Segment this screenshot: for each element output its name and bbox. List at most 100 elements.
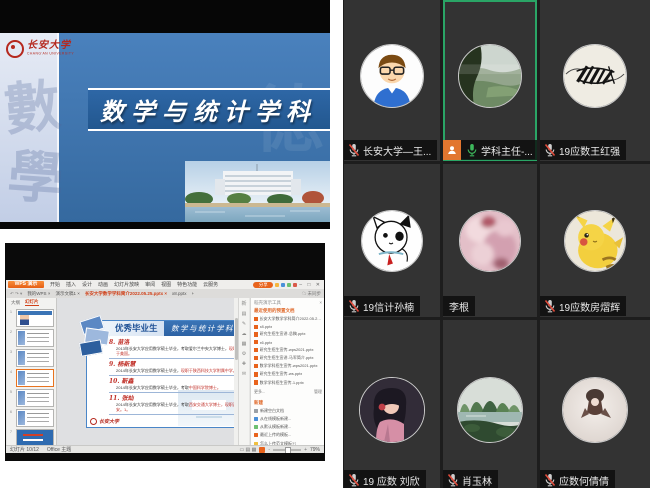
recent-file-item: x6.pptx: [251, 339, 324, 346]
university-emblem-icon: [6, 40, 24, 58]
new-document-item: 新建空白文档: [251, 407, 324, 415]
university-logo: 长安大学 CHANG'AN UNIVERSITY: [6, 40, 82, 58]
participant-name: 应数何倩倩: [559, 473, 609, 488]
thumbnail-number: 7: [10, 429, 14, 434]
ppt-file-icon: [254, 348, 258, 353]
muted-mic-icon: [344, 143, 360, 157]
campus-building-photo: [185, 161, 330, 222]
muted-mic-icon: [540, 299, 556, 313]
thumbnail-number: 4: [10, 369, 14, 374]
thumbnail-number: 2: [10, 329, 14, 334]
new-item-icon: [254, 433, 258, 437]
tool-icon: ⚙: [242, 352, 246, 357]
wps-document-tab-bar: ↶ ↷ ▾ 我的WPS ×演示文稿1 ×长安大学数学学科简介2022.05.25…: [6, 289, 324, 298]
participant-name: 19应数房熠辉: [559, 299, 620, 314]
ppt-file-icon: [254, 356, 258, 361]
avatar-pikachu: [564, 210, 626, 272]
muted-mic-icon: [540, 143, 556, 157]
tool-icon: 新: [241, 302, 246, 307]
participant-label: 19 应数 刘欣: [344, 470, 426, 488]
wps-editing-canvas: 优秀毕业生 数学与统计学科 8. 苗洛 2013年长安大学应用数学硕士毕业，考取…: [57, 298, 234, 445]
thumbnail-number: 5: [10, 389, 14, 394]
toolbar-icon: [281, 283, 285, 287]
wps-menu-tabs: 开始插入设计动画幻灯片放映审阅视图特色功能云服务: [50, 280, 218, 289]
recent-file-item: 研究生招生宣传-wps2021.pptx: [251, 346, 324, 354]
shared-screen-wps[interactable]: WPS 演示 开始插入设计动画幻灯片放映审阅视图特色功能云服务 分享 – □ ✕…: [5, 243, 325, 461]
tool-icon: ☁: [242, 332, 247, 337]
participant-name: 李根: [449, 299, 469, 314]
recent-file-item: 研究生招生宣传-ws.pptx: [251, 370, 324, 378]
avatar-karst-landscape: [457, 377, 523, 443]
wps-document-tab: 我的WPS ×: [27, 291, 50, 297]
tool-icon: ▦: [242, 342, 247, 347]
recent-file-item: 研究生招生宣讲-总稿.pptx: [251, 330, 324, 338]
slide-thumbnail: [16, 429, 54, 445]
slide-thumbnail: [16, 389, 54, 407]
muted-mic-icon: [443, 473, 459, 487]
participant-tile[interactable]: 19应数王红强: [540, 0, 650, 161]
close-icon: ×: [319, 300, 322, 306]
slide-thumbnail-row: 6: [10, 409, 54, 427]
graduate-entry: 10. 靳鑫 2014年长安大学应用数学硕士毕业，考取中国科学院博士。: [109, 377, 234, 393]
wps-menu-tab: 幻灯片放映: [114, 281, 139, 288]
slide-thumbnail-row: 2: [10, 329, 54, 347]
participant-label: 19信计孙楠: [344, 296, 420, 316]
tool-icon: ▤: [242, 312, 247, 317]
participant-tile[interactable]: 19信计孙楠: [344, 164, 440, 317]
shared-screen-slideshow[interactable]: 數 學 德 数学与统计学科 长安大学 CHANG'AN UNIVERSITY: [0, 0, 330, 229]
participant-tile[interactable]: 李根: [443, 164, 537, 317]
participant-grid: 长安大学—王... 学科主任-...: [343, 0, 650, 488]
slide-thumbnail-row: 1: [10, 309, 54, 327]
avatar-sketch-cat: [361, 210, 423, 272]
avatar-anime-girl-headphones: [359, 377, 425, 443]
participant-name: 学科主任-...: [481, 143, 533, 158]
participant-label: 学科主任-...: [443, 140, 537, 160]
slides-tab: 幻灯片: [25, 299, 39, 306]
participant-tile-active-speaker[interactable]: 学科主任-...: [443, 0, 537, 161]
participant-tile[interactable]: 19 应数 刘欣: [344, 320, 440, 488]
wps-sync-status: ☁ 未同步: [302, 291, 324, 297]
wps-share-button: 分享: [253, 282, 273, 288]
participant-tile[interactable]: 长安大学—王...: [344, 0, 440, 161]
ppt-file-icon: [254, 325, 258, 330]
slide-thumbnail: [16, 309, 54, 327]
new-item-icon: [254, 409, 258, 413]
participant-tile[interactable]: 应数何倩倩: [540, 320, 650, 488]
wps-document-tab: +: [192, 291, 195, 297]
participant-tile[interactable]: 肖玉林: [443, 320, 537, 488]
theme-label: Office 主题: [47, 446, 71, 453]
active-mic-icon: [464, 143, 478, 157]
recent-file-item: 数学学科招生宣传-1.pptx: [251, 379, 324, 387]
edited-slide: 优秀毕业生 数学与统计学科 8. 苗洛 2013年长安大学应用数学硕士毕业，考取…: [86, 320, 234, 428]
wps-window: WPS 演示 开始插入设计动画幻灯片放映审阅视图特色功能云服务 分享 – □ ✕…: [6, 280, 324, 453]
host-badge-icon: [443, 140, 461, 160]
zoom-level: 79%: [310, 447, 320, 453]
wps-menu-tab: 插入: [66, 281, 76, 288]
zoom-slider: [273, 449, 301, 451]
participant-name: 19 应数 刘欣: [363, 473, 420, 488]
slide-thumbnail: [16, 409, 54, 427]
recent-file-item: 长安大学数学学科简介2022.05.25.pptx: [251, 315, 324, 323]
slide-thumbnail-row: 3: [10, 349, 54, 367]
slide-title-band: 数学与统计学科: [88, 88, 330, 131]
recent-file-item: 研究生招生宣讲-马军简介.pptx: [251, 354, 324, 362]
wps-content-area: 大纲 幻灯片 1 2: [6, 298, 324, 445]
participant-tile[interactable]: 19应数房熠辉: [540, 164, 650, 317]
decorative-stamp: [79, 339, 103, 357]
tool-icon: ✉: [242, 372, 246, 377]
new-item-icon: [254, 417, 258, 421]
slide-title: 数学与统计学科: [88, 92, 317, 127]
muted-mic-icon: [344, 473, 360, 487]
participant-label: 李根: [443, 296, 475, 316]
university-logo-text: 长安大学: [27, 40, 82, 51]
university-logo-subtext: CHANG'AN UNIVERSITY: [27, 51, 74, 55]
watermark-character: 學: [5, 131, 67, 216]
graduate-entry: 11. 张灿 2014年长安大学应用数学硕士毕业，考取西安交通大学博士，现职西安…: [109, 394, 234, 415]
slide-thumbnail: [16, 369, 54, 387]
new-document-item: 最近上传的模板...: [251, 431, 324, 439]
toolbar-icon: [287, 283, 291, 287]
wps-menu-tab: 设计: [82, 281, 92, 288]
participant-name: 19应数王红强: [559, 143, 620, 158]
thumbnail-number: 1: [10, 309, 14, 314]
toolbar-icon: [293, 283, 297, 287]
